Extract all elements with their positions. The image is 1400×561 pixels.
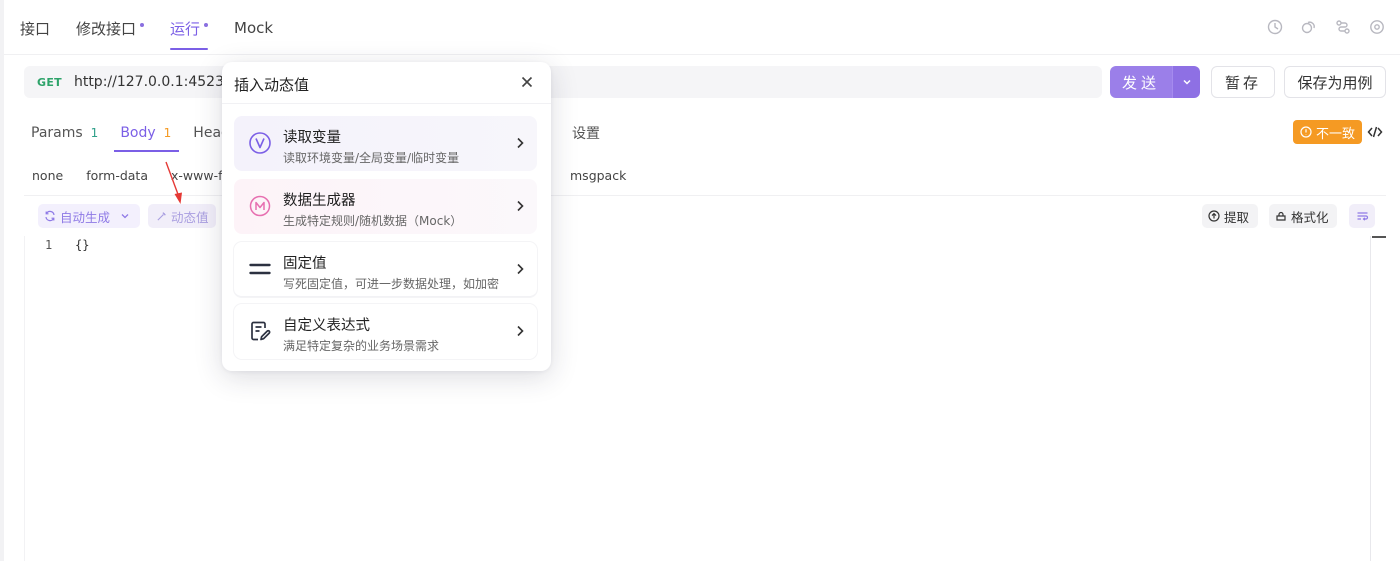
- edit-document-icon: [248, 319, 272, 343]
- chevron-right-icon: [513, 198, 527, 214]
- editor-scrollbar[interactable]: [1370, 236, 1371, 561]
- menu-item-title: 自定义表达式: [283, 318, 370, 334]
- menu-item-title: 读取变量: [283, 130, 341, 146]
- tab-edit-interface[interactable]: 修改接口: [76, 0, 145, 56]
- mock-m-icon: [248, 194, 272, 218]
- top-divider: [4, 54, 1400, 55]
- menu-item-data-generator[interactable]: 数据生成器 生成特定规则/随机数据（Mock）: [234, 179, 537, 234]
- send-button[interactable]: 发送: [1110, 66, 1172, 98]
- menu-item-title: 数据生成器: [283, 193, 356, 209]
- magic-wand-icon: [157, 211, 166, 221]
- insert-dynamic-value-popup: 插入动态值 读取变量 读取环境变量/全局变量/临时变量 数据生成器 生成特定规则…: [222, 62, 551, 371]
- menu-item-read-variable[interactable]: 读取变量 读取环境变量/全局变量/临时变量: [234, 116, 537, 171]
- refresh-icon: [45, 210, 55, 222]
- popup-divider: [222, 103, 551, 104]
- tab-body[interactable]: Body 1: [114, 116, 180, 152]
- settings-icon[interactable]: [1368, 18, 1386, 36]
- scroll-position-marker: [1372, 236, 1386, 238]
- send-button-group: 发送: [1110, 66, 1200, 98]
- sync-icon[interactable]: [1300, 18, 1318, 36]
- save-temp-button[interactable]: 暂存: [1211, 66, 1275, 98]
- annotation-arrow-icon: [165, 161, 182, 204]
- unsaved-dot: [204, 23, 209, 27]
- inconsistent-label: 不一致: [1315, 126, 1355, 142]
- save-as-case-button[interactable]: 保存为用例: [1284, 66, 1386, 98]
- tab-mock-label: Mock: [234, 19, 274, 37]
- inconsistent-badge[interactable]: 不一致: [1293, 120, 1362, 144]
- top-toolbar-icons: [1266, 18, 1386, 36]
- tab-params-count: 1: [90, 126, 99, 140]
- arrow-up-circle-icon: [1208, 210, 1220, 222]
- equals-icon: [248, 257, 272, 281]
- tab-interface[interactable]: 接口: [20, 0, 50, 56]
- chevron-right-icon: [513, 135, 527, 151]
- tab-run[interactable]: 运行: [170, 0, 209, 56]
- tab-run-label: 运行: [170, 19, 201, 38]
- tab-settings[interactable]: 设置: [572, 116, 600, 150]
- menu-item-fixed-value[interactable]: 固定值 写死固定值，可进一步数据处理，如加密: [234, 242, 537, 297]
- chevron-right-icon: [513, 323, 527, 339]
- tab-interface-label: 接口: [20, 19, 51, 38]
- body-type-none[interactable]: none: [32, 168, 63, 183]
- warning-circle-icon: [1300, 126, 1312, 138]
- extract-label: 提取: [1224, 209, 1250, 225]
- top-tab-bar: 接口 修改接口 运行 Mock: [20, 0, 299, 56]
- unsaved-dot: [140, 23, 145, 27]
- variable-v-icon: [248, 131, 272, 155]
- close-icon[interactable]: [518, 73, 536, 91]
- popup-title: 插入动态值: [234, 76, 310, 94]
- menu-item-desc: 读取环境变量/全局变量/临时变量: [283, 151, 460, 165]
- code-line[interactable]: {}: [75, 238, 89, 252]
- auto-generate-button[interactable]: 自动生成: [38, 204, 140, 228]
- send-dropdown-button[interactable]: [1172, 66, 1200, 98]
- body-type-form-data[interactable]: form-data: [86, 168, 148, 183]
- word-wrap-button[interactable]: [1349, 204, 1375, 228]
- tab-edit-interface-label: 修改接口: [76, 19, 137, 38]
- method-badge[interactable]: GET: [37, 76, 62, 89]
- editor-border: [24, 236, 25, 561]
- chevron-down-icon: [121, 214, 129, 219]
- left-edge-strip: [0, 0, 4, 561]
- request-param-tabs: Params 1 Body 1 Head: [31, 116, 252, 152]
- format-label: 格式化: [1291, 209, 1329, 225]
- code-view-icon[interactable]: [1366, 123, 1384, 141]
- tab-body-count: 1: [163, 126, 172, 140]
- menu-item-desc: 生成特定规则/随机数据（Mock）: [283, 214, 463, 228]
- line-number: 1: [45, 238, 53, 252]
- history-icon[interactable]: [1266, 18, 1284, 36]
- tab-params-label: Params: [31, 125, 83, 141]
- chevron-down-icon: [1182, 79, 1191, 85]
- tab-body-label: Body: [120, 125, 156, 141]
- chevron-right-icon: [513, 261, 527, 277]
- extract-button[interactable]: 提取: [1202, 204, 1258, 228]
- format-button[interactable]: 格式化: [1269, 204, 1337, 228]
- menu-item-custom-expression[interactable]: 自定义表达式 满足特定复杂的业务场景需求: [234, 304, 537, 359]
- body-type-msgpack[interactable]: msgpack: [570, 164, 626, 186]
- tab-params[interactable]: Params 1: [31, 116, 98, 150]
- menu-item-desc: 写死固定值，可进一步数据处理，如加密: [283, 277, 500, 291]
- share-icon[interactable]: [1334, 18, 1352, 36]
- menu-item-title: 固定值: [283, 256, 327, 272]
- menu-item-desc: 满足特定复杂的业务场景需求: [283, 339, 440, 353]
- auto-generate-label: 自动生成: [60, 209, 111, 225]
- dynamic-value-label: 动态值: [171, 209, 209, 225]
- url-bar[interactable]: GET http://127.0.0.1:4523/m1: [24, 66, 1102, 98]
- tab-mock[interactable]: Mock: [234, 0, 273, 56]
- brush-icon: [1276, 211, 1286, 221]
- word-wrap-icon: [1357, 212, 1368, 221]
